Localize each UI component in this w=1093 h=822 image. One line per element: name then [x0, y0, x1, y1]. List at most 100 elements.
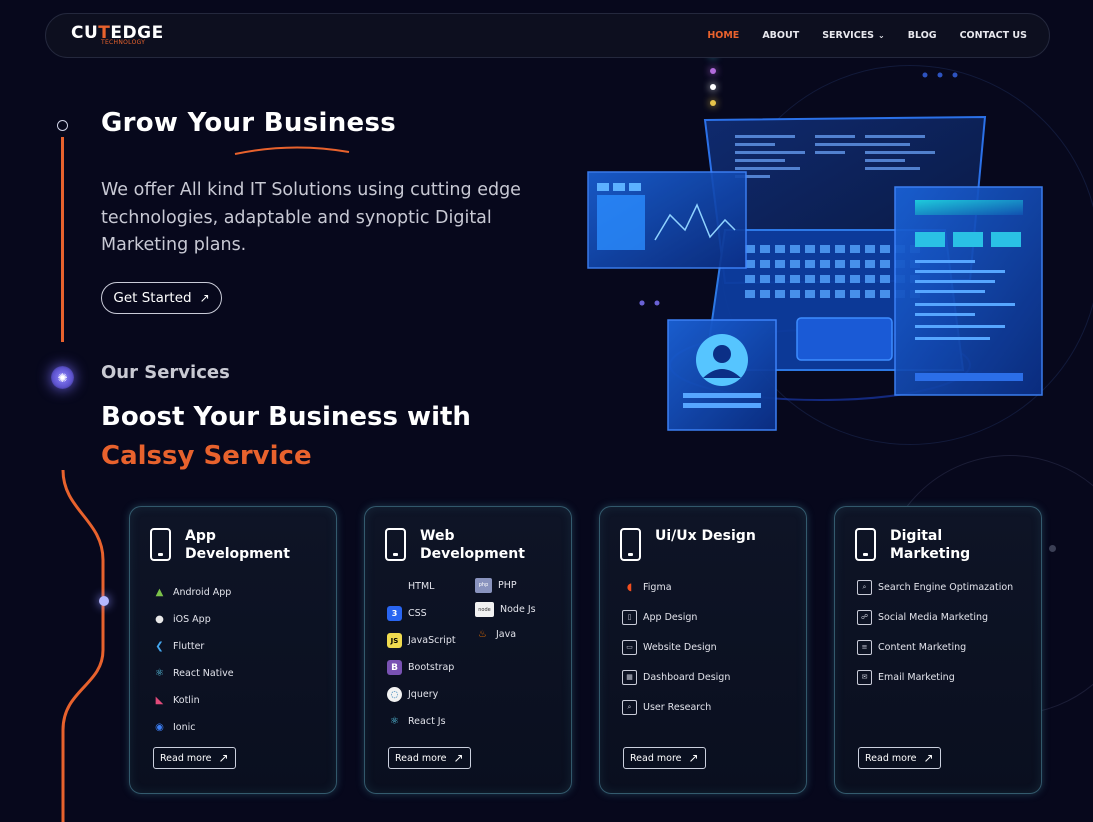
list-item: ▲ Android App	[152, 579, 234, 606]
list-item: ● iOS App	[152, 606, 234, 633]
social-media-icon: ☍	[857, 609, 872, 625]
arrow-up-right-icon: ↗	[923, 751, 934, 765]
javascript-icon: JS	[387, 633, 402, 648]
card-title: Digital Marketing	[890, 528, 971, 562]
html-icon	[387, 579, 402, 594]
bg-dot-decoration	[1049, 545, 1056, 552]
list-item: HTML	[387, 573, 456, 600]
list-item: ⚛ React Js	[387, 708, 456, 735]
nav-services[interactable]: SERVICES ⌄	[822, 30, 885, 41]
list-item: ▭ Website Design	[622, 632, 730, 662]
timeline-curve	[61, 470, 105, 822]
react-icon: ⚛	[390, 716, 399, 727]
service-list: ▲ Android App ● iOS App ❮ Flutter ⚛ React Na…	[152, 579, 234, 741]
card-header: App Development	[150, 527, 295, 563]
services-title-line1: Boost Your Business with	[101, 402, 471, 432]
arrow-up-right-icon: ↗	[688, 751, 699, 765]
brain-icon: ✺	[51, 366, 74, 389]
php-icon: php	[475, 577, 492, 593]
card-header: Digital Marketing	[855, 527, 1000, 563]
list-item: ⚛ React Native	[152, 660, 234, 687]
seo-icon: ⌕	[857, 579, 872, 595]
read-more-button[interactable]: Read more ↗	[153, 747, 236, 769]
list-item: 3 CSS	[387, 600, 456, 627]
mobile-design-icon: ▯	[622, 609, 637, 625]
card-header: Ui/Ux Design	[620, 527, 765, 561]
get-started-button[interactable]: Get Started ↗	[101, 282, 222, 314]
nodejs-icon: node	[475, 602, 494, 618]
list-item: node Node Js	[475, 598, 536, 623]
list-item: ⌕ User Research	[622, 692, 730, 722]
nav-home[interactable]: HOME	[707, 30, 739, 41]
list-item: ◖ Figma	[622, 572, 730, 602]
nav-about[interactable]: ABOUT	[762, 30, 799, 41]
java-icon: ♨	[478, 628, 487, 640]
services-label: Our Services	[101, 362, 230, 383]
service-list: ◖ Figma ▯ App Design ▭ Website Design ▦ Dash…	[622, 572, 730, 722]
timeline-circle-icon	[57, 120, 68, 131]
user-research-icon: ⌕	[622, 699, 637, 715]
figma-icon: ◖	[626, 581, 633, 593]
dashboard-icon: ▦	[622, 669, 637, 685]
apple-icon: ●	[155, 614, 164, 625]
android-icon: ▲	[155, 587, 164, 598]
bootstrap-icon: B	[387, 660, 402, 675]
service-list: HTML 3 CSS JS JavaScript B Bootstrap ◌ Jquer…	[387, 573, 456, 735]
mobile-phone-icon	[385, 528, 406, 561]
card-title: App Development	[185, 528, 290, 562]
service-list: ⌕ Search Engine Optimazation ☍ Social Medi…	[857, 572, 1013, 692]
kotlin-icon: ◣	[155, 695, 164, 706]
service-list-secondary: php PHP node Node Js ♨ Java	[475, 573, 536, 647]
service-card-ui-ux-design: Ui/Ux Design ◖ Figma ▯ App Design ▭ Website…	[599, 506, 807, 794]
nav-contact[interactable]: CONTACT US	[960, 30, 1027, 41]
service-card-web-development: Web Development HTML 3 CSS JS JavaScript B…	[364, 506, 572, 794]
read-more-button[interactable]: Read more ↗	[858, 747, 941, 769]
list-item: ▦ Dashboard Design	[622, 662, 730, 692]
list-item: B Bootstrap	[387, 654, 456, 681]
service-card-app-development: App Development ▲ Android App ● iOS App ❮ F…	[129, 506, 337, 794]
list-item: ◉ Ionic	[152, 714, 234, 741]
timeline-line	[61, 137, 64, 342]
chevron-down-icon: ⌄	[878, 31, 885, 40]
list-item: ≡ Content Marketing	[857, 632, 1013, 662]
list-item: ▯ App Design	[622, 602, 730, 632]
get-started-label: Get Started	[113, 290, 192, 306]
timeline-node	[99, 596, 109, 606]
hero-illustration	[587, 72, 1043, 431]
ionic-icon: ◉	[155, 722, 164, 733]
hero-description: We offer All kind IT Solutions using cut…	[101, 180, 521, 255]
card-title: Web Development	[420, 528, 525, 562]
mobile-phone-icon	[150, 528, 171, 561]
nav-links: HOME ABOUT SERVICES ⌄ BLOG CONTACT US	[707, 30, 1027, 41]
list-item: ◣ Kotlin	[152, 687, 234, 714]
content-icon: ≡	[857, 639, 872, 655]
flutter-icon: ❮	[155, 641, 164, 652]
logo[interactable]: CUTEDGE TECHNOLOGY	[71, 25, 164, 46]
card-title: Ui/Ux Design	[655, 528, 756, 544]
services-title-line2: Calssy Service	[101, 441, 312, 471]
list-item: ✉ Email Marketing	[857, 662, 1013, 692]
arrow-up-right-icon: ↗	[453, 751, 464, 765]
hero-title: Grow Your Business	[101, 108, 396, 138]
hero-underline-decoration	[234, 146, 350, 155]
read-more-button[interactable]: Read more ↗	[623, 747, 706, 769]
website-design-icon: ▭	[622, 639, 637, 655]
service-card-digital-marketing: Digital Marketing ⌕ Search Engine Optimaz…	[834, 506, 1042, 794]
email-icon: ✉	[857, 669, 872, 685]
list-item: JS JavaScript	[387, 627, 456, 654]
arrow-up-right-icon: ↗	[199, 291, 210, 305]
list-item: ❮ Flutter	[152, 633, 234, 660]
list-item: ♨ Java	[475, 622, 536, 647]
logo-subtitle: TECHNOLOGY	[101, 39, 146, 46]
list-item: ⌕ Search Engine Optimazation	[857, 572, 1013, 602]
read-more-button[interactable]: Read more ↗	[388, 747, 471, 769]
css-icon: 3	[387, 606, 402, 621]
list-item: ☍ Social Media Marketing	[857, 602, 1013, 632]
jquery-icon: ◌	[387, 687, 402, 702]
list-item: ◌ Jquery	[387, 681, 456, 708]
mobile-phone-icon	[620, 528, 641, 561]
arrow-up-right-icon: ↗	[218, 751, 229, 765]
mobile-phone-icon	[855, 528, 876, 561]
nav-blog[interactable]: BLOG	[908, 30, 937, 41]
react-icon: ⚛	[155, 668, 164, 679]
